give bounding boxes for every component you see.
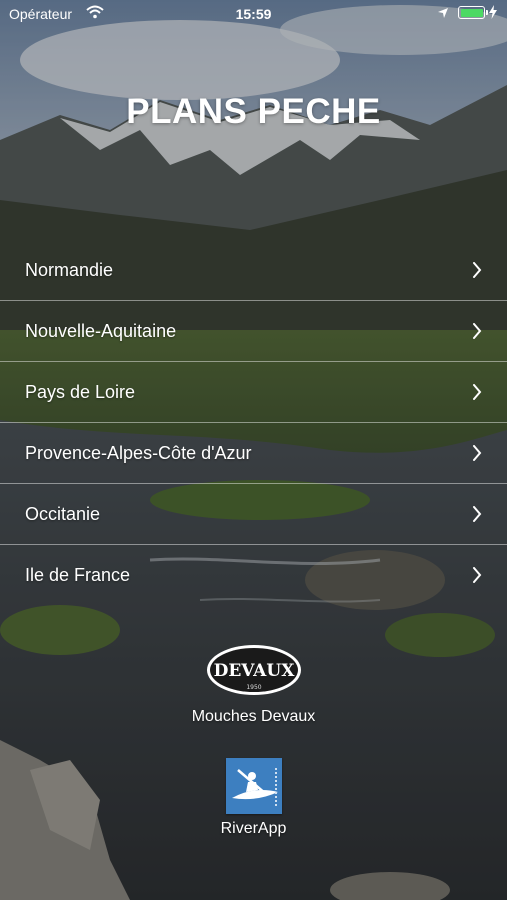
region-label: Provence-Alpes-Côte d'Azur — [25, 443, 252, 463]
sponsor-riverapp[interactable]: RiverApp — [0, 758, 507, 838]
charging-bolt-icon — [489, 5, 497, 22]
region-label: Nouvelle-Aquitaine — [25, 321, 177, 341]
sponsor-devaux[interactable]: DEVAUX 1950 Mouches Devaux — [0, 643, 507, 726]
chevron-right-icon — [472, 445, 482, 466]
status-bar: Opérateur 15:59 — [0, 0, 507, 28]
region-label: Pays de Loire — [25, 382, 136, 402]
region-item-occitanie[interactable]: Occitanie — [0, 484, 507, 545]
chevron-right-icon — [472, 384, 482, 405]
region-item-nouvelle-aquitaine[interactable]: Nouvelle-Aquitaine — [0, 301, 507, 362]
page-title: PLANS PECHE — [126, 92, 381, 131]
region-item-ile-de-france[interactable]: Ile de France — [0, 545, 507, 606]
region-label: Occitanie — [25, 504, 101, 524]
chevron-right-icon — [472, 506, 482, 527]
region-item-normandie[interactable]: Normandie — [0, 240, 507, 301]
region-label: Normandie — [25, 260, 114, 280]
region-list: Normandie Nouvelle-Aquitaine Pays de Loi… — [0, 240, 507, 606]
chevron-right-icon — [472, 567, 482, 588]
location-arrow-icon — [437, 6, 449, 22]
status-time: 15:59 — [235, 6, 272, 22]
region-label: Ile de France — [25, 565, 131, 585]
chevron-right-icon — [472, 323, 482, 344]
devaux-logo-text: DEVAUX — [213, 661, 295, 681]
devaux-logo: DEVAUX 1950 — [0, 643, 507, 702]
battery-icon — [458, 6, 488, 19]
region-item-pays-de-loire[interactable]: Pays de Loire — [0, 362, 507, 423]
sponsor-label: RiverApp — [220, 820, 287, 837]
devaux-logo-year: 1950 — [246, 684, 261, 691]
sponsor-label: Mouches Devaux — [191, 708, 316, 725]
chevron-right-icon — [472, 262, 482, 283]
kayak-icon — [225, 758, 282, 814]
region-item-provence-alpes-cote-dazur[interactable]: Provence-Alpes-Côte d'Azur — [0, 423, 507, 484]
